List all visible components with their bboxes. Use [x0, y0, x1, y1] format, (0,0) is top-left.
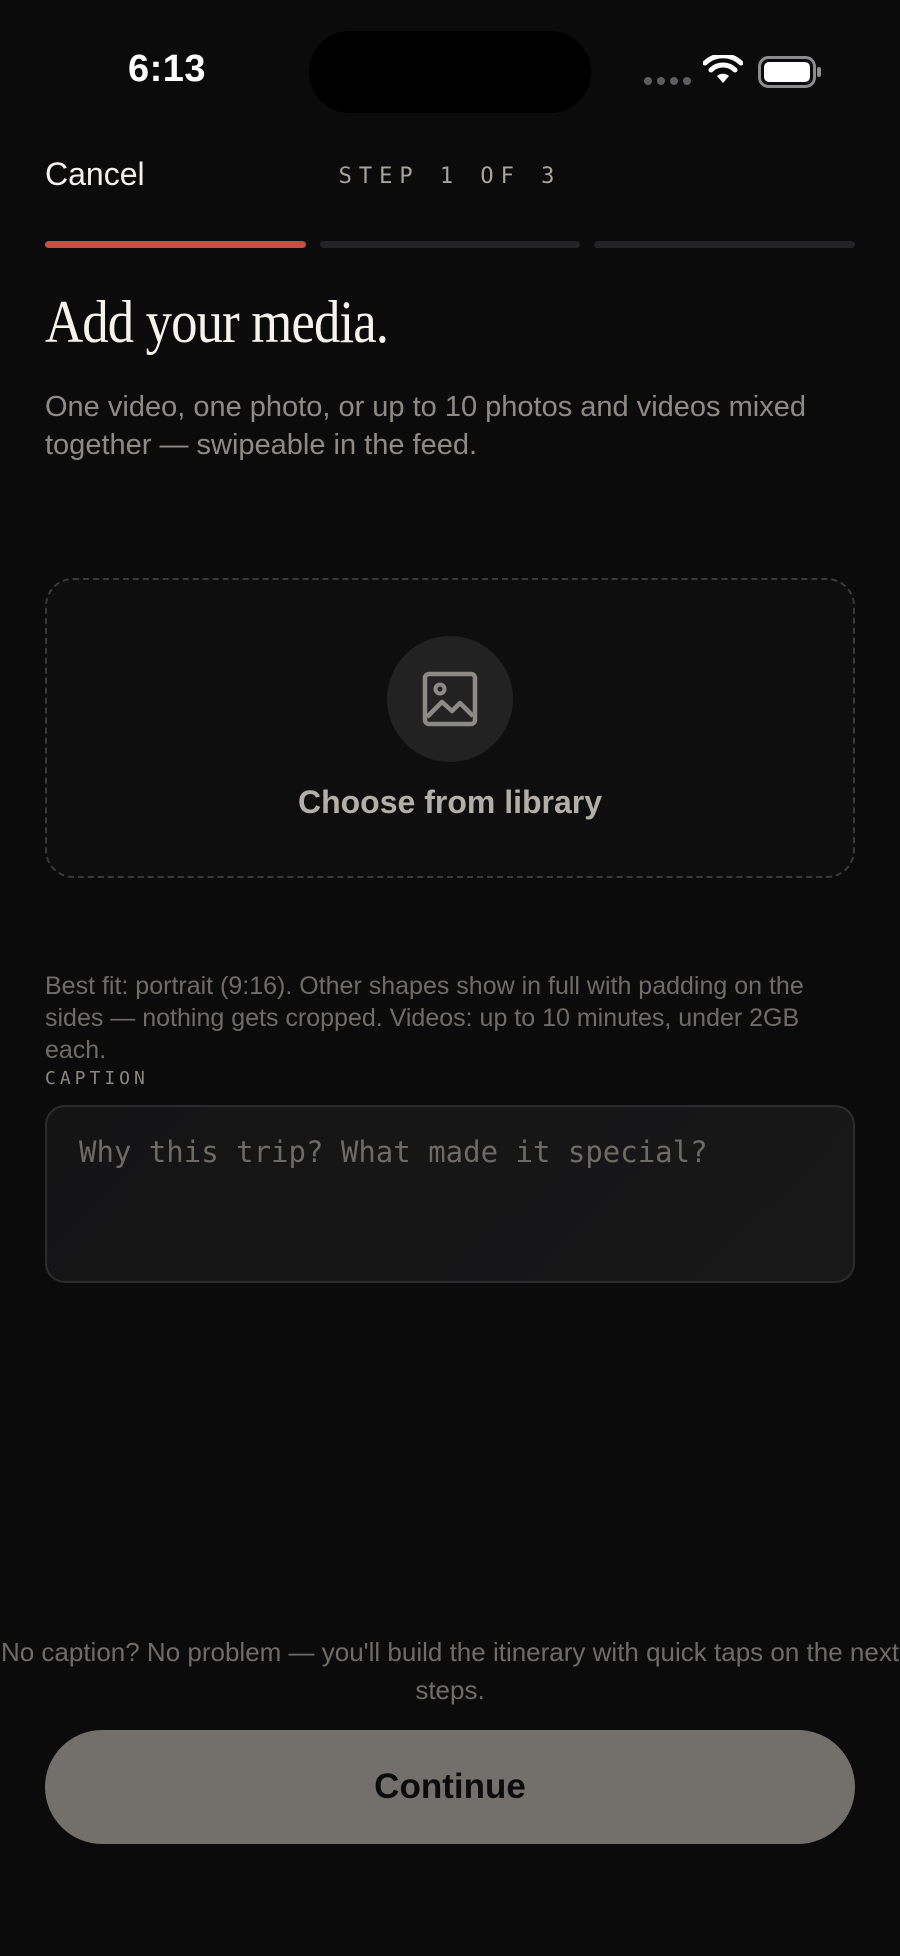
media-hint-text: Best fit: portrait (9:16). Other shapes … [45, 972, 804, 1064]
continue-button[interactable]: Continue [45, 1730, 855, 1844]
wifi-icon [702, 53, 744, 90]
progress-bar [45, 241, 856, 248]
image-icon [387, 636, 513, 762]
footer-note: No caption? No problem — you'll build th… [0, 1637, 900, 1705]
page-subtitle: One video, one photo, or up to 10 photos… [45, 391, 806, 461]
step-indicator: STEP 1 OF 3 [338, 164, 562, 189]
page-title: Add your media. [45, 289, 389, 355]
progress-segment-2 [319, 241, 581, 248]
progress-segment-1 [45, 241, 306, 248]
progress-segment-3 [594, 241, 856, 248]
caption-label: CAPTION [45, 1068, 149, 1089]
caption-input[interactable] [45, 1105, 855, 1283]
dynamic-island [309, 31, 591, 113]
choose-from-library-button[interactable]: Choose from library [45, 578, 855, 878]
choose-from-library-label: Choose from library [297, 784, 603, 820]
battery-icon [758, 56, 822, 93]
status-time: 6:13 [128, 48, 207, 90]
signal-icon [644, 77, 691, 85]
